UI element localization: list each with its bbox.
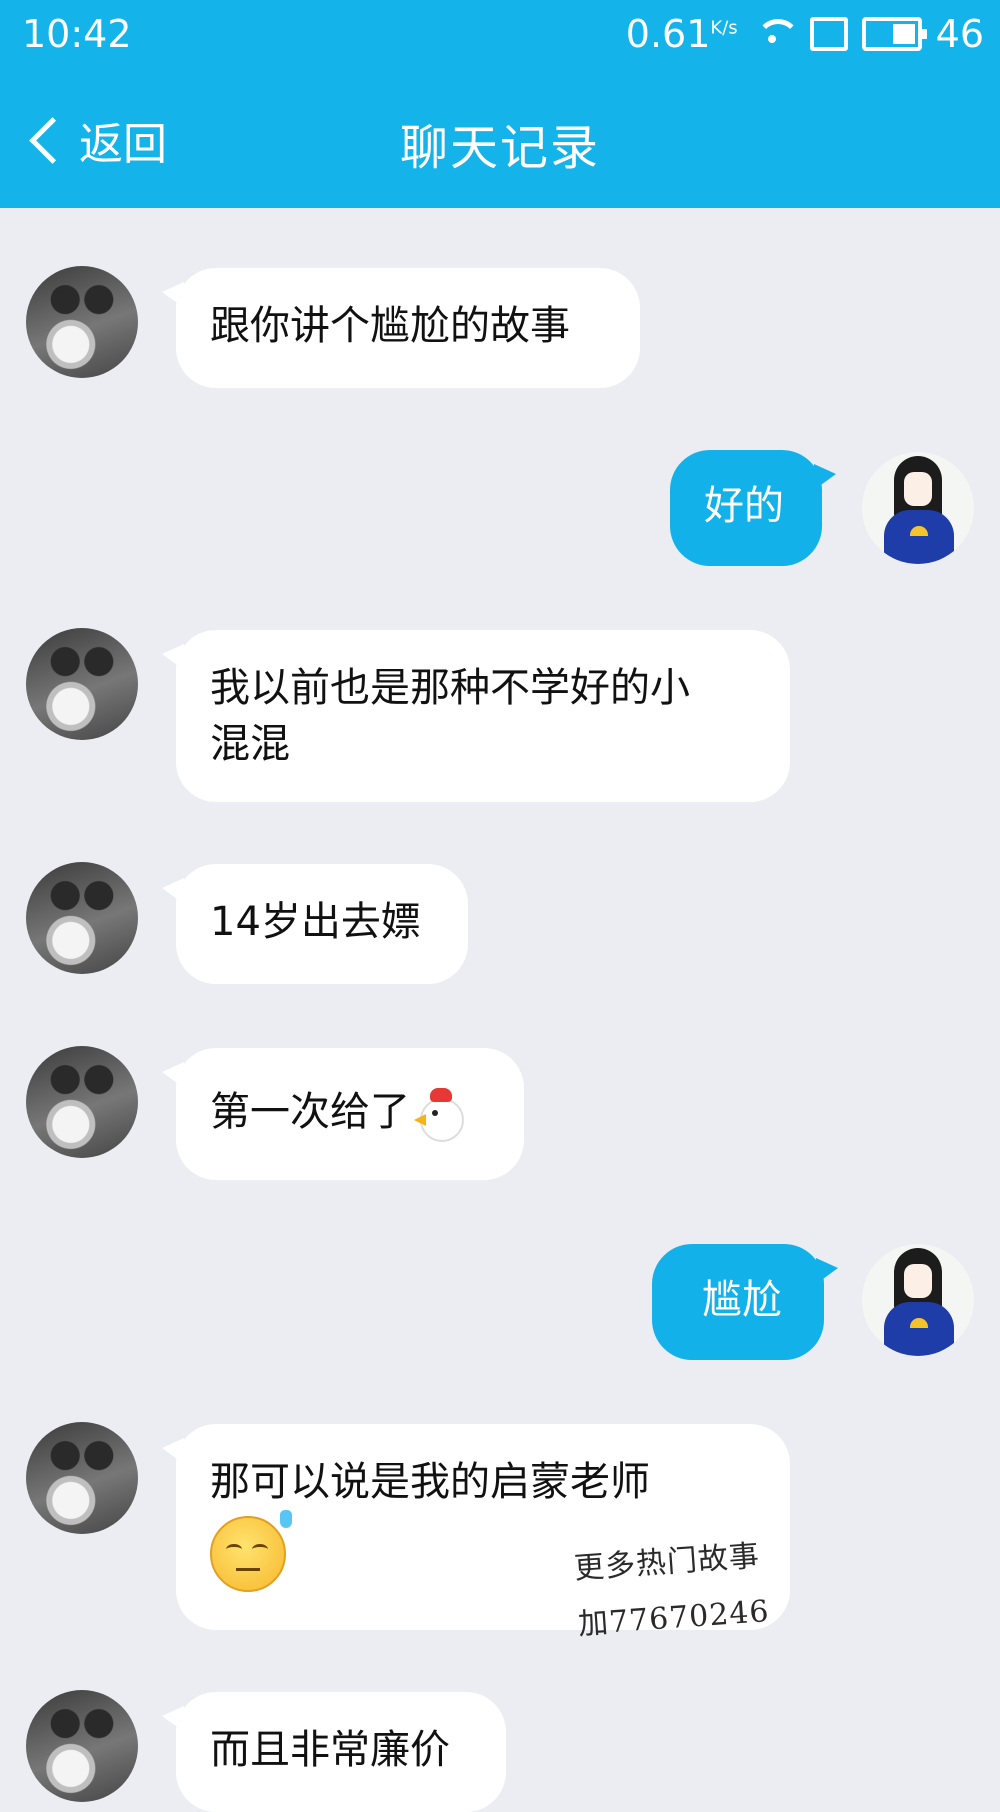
message-bubble: 14岁出去嫖 [162,864,468,984]
message-text: 跟你讲个尴尬的故事 [210,303,570,349]
sender-avatar[interactable] [26,1046,138,1158]
sender-avatar[interactable] [26,1422,138,1534]
avatar-shirt [884,510,954,564]
sweat-face-icon [210,1510,292,1592]
status-icons: 0.61K/s 46 [626,12,984,56]
message-text: 14岁出去嫖 [210,899,421,945]
battery-icon [861,17,927,51]
avatar-face [904,472,932,506]
avatar-shirt [884,1302,954,1356]
sim-icon [809,17,848,51]
message-bubble: 第一次给了 [162,1048,524,1180]
message-text: 而且非常廉价 [210,1727,450,1773]
app-header: 10:42 0.61K/s 46 返回 聊天记录 [0,0,1000,208]
message-text: 好的 [704,483,784,529]
message-bubble: 而且非常廉价 [162,1692,506,1812]
message-bubble: 我以前也是那种不学好的小 混混 [162,630,790,802]
message-text: 我以前也是那种不学好的小 混混 [210,665,690,767]
message-text: 那可以说是我的启蒙老师 [210,1459,650,1505]
message-content: 第一次给了 [210,1084,466,1142]
message-bubble: 那可以说是我的启蒙老师 更多热门故事加77670246 [162,1424,790,1642]
watermark: 更多热门故事加77670246 [573,1538,771,1643]
message-bubble: 跟你讲个尴尬的故事 [162,268,640,388]
sender-avatar[interactable] [26,862,138,974]
avatar-face [904,1264,932,1298]
sender-avatar[interactable] [26,266,138,378]
message-bubble-outgoing: 好的 [670,450,836,566]
user-avatar[interactable] [862,1244,974,1356]
page-title: 聊天记录 [399,120,600,176]
status-time: 10:42 [22,12,132,56]
message-text: 第一次给了 [210,1089,410,1135]
message-text: 尴尬 [702,1277,782,1323]
sender-avatar[interactable] [26,1690,138,1802]
signal-label: 46 [935,12,984,56]
sender-avatar[interactable] [26,628,138,740]
user-avatar[interactable] [862,452,974,564]
network-speed: 0.61K/s [626,12,738,56]
message-bubble-outgoing: 尴尬 [652,1244,838,1360]
network-speed-unit: K/s [710,17,738,39]
network-speed-value: 0.61 [625,12,711,56]
wifi-icon [752,17,800,51]
chicken-icon [414,1088,466,1142]
